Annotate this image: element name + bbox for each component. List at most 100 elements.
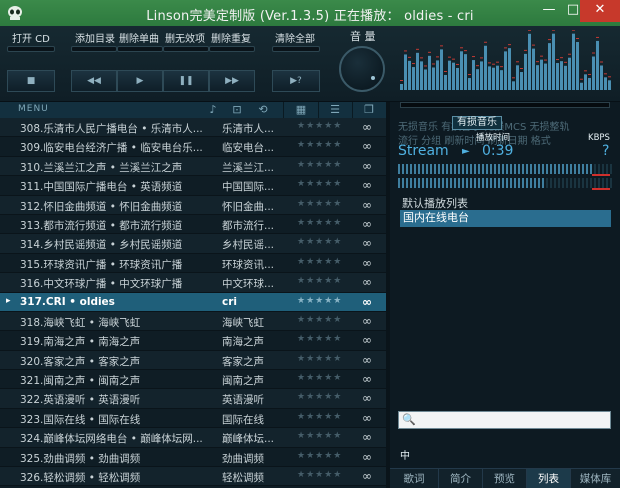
playlist-row[interactable]: 323.国际在线 • 国际在线 国际在线 ★★★★★ ∞ <box>0 409 386 429</box>
track-rating[interactable]: ★★★★★ <box>297 373 342 383</box>
playlist-row[interactable]: 320.客家之声 • 客家之声 客家之声 ★★★★★ ∞ <box>0 350 386 371</box>
tab-lyrics[interactable]: 歌词 <box>390 469 438 488</box>
track-rating[interactable]: ★★★★★ <box>297 412 342 422</box>
track-rating[interactable]: ★★★★★ <box>297 296 342 306</box>
next-button[interactable]: ▶▶ <box>209 70 255 92</box>
spectrum-bar <box>508 48 511 90</box>
spectrum-peak <box>420 57 423 59</box>
track-rating[interactable]: ★★★★★ <box>297 121 342 131</box>
track-rating[interactable]: ★★★★★ <box>297 431 342 441</box>
track-rating[interactable]: ★★★★★ <box>297 392 342 402</box>
track-rating[interactable]: ★★★★★ <box>297 276 342 286</box>
track-duration: ∞ <box>362 294 372 309</box>
delete-duplicate-button[interactable]: 删除重复 <box>211 30 251 45</box>
grid-view-icon[interactable]: ▦ <box>294 103 308 117</box>
play-button[interactable]: ▶ <box>117 70 163 92</box>
level-meter-left <box>398 164 592 174</box>
playlist-row[interactable]: 315.环球资讯广播 • 环球资讯广播 环球资讯... ★★★★★ ∞ <box>0 254 386 274</box>
play-time-label: 播放时间 <box>476 133 511 143</box>
spectrum-peak <box>412 63 415 65</box>
delete-single-button[interactable]: 删除单曲 <box>119 30 159 45</box>
header-divider <box>352 102 353 118</box>
spectrum-peak <box>484 41 487 43</box>
tab-intro[interactable]: 简介 <box>438 469 482 488</box>
spectrum-bar <box>444 74 447 90</box>
playlist-row[interactable]: 322.英语漫听 • 英语漫听 英语漫听 ★★★★★ ∞ <box>0 389 386 409</box>
track-artist: 英语漫听 <box>222 394 264 407</box>
search-input[interactable]: 🔍 <box>398 411 611 429</box>
playlist-row[interactable]: 313.都市流行频道 • 都市流行频道 都市流行... ★★★★★ ∞ <box>0 215 386 235</box>
track-rating[interactable]: ★★★★★ <box>297 470 342 480</box>
track-title: 312.怀旧金曲频道 • 怀旧金曲频道 <box>20 200 183 213</box>
help-icon[interactable]: ? <box>602 143 609 159</box>
track-rating[interactable]: ★★★★★ <box>297 334 342 344</box>
track-artist: 劲曲调频 <box>222 452 264 465</box>
playlist-row[interactable]: 324.巅峰体坛网络电台 • 巅峰体坛网... 巅峰体坛... ★★★★★ ∞ <box>0 428 386 448</box>
eject-button[interactable]: ▶? <box>272 70 320 92</box>
track-artist: 怀旧金曲... <box>222 200 275 213</box>
track-artist: 都市流行... <box>222 219 275 232</box>
playlist-row[interactable]: 316.中文环球广播 • 中文环球广播 中文环球... ★★★★★ ∞ <box>0 273 386 293</box>
spectrum-peak <box>556 59 559 61</box>
playlist-row[interactable]: 309.临安电台经济广播 • 临安电台乐... 临安电台... ★★★★★ ∞ <box>0 137 386 157</box>
playlist-row[interactable]: 312.怀旧金曲频道 • 怀旧金曲频道 怀旧金曲... ★★★★★ ∞ <box>0 195 386 215</box>
track-rating[interactable]: ★★★★★ <box>297 199 342 209</box>
playlist-row[interactable]: 314.乡村民谣频道 • 乡村民谣频道 乡村民谣... ★★★★★ ∞ <box>0 234 386 254</box>
playlist-row[interactable]: 321.闽南之声 • 闽南之声 闽南之声 ★★★★★ ∞ <box>0 370 386 390</box>
add-dir-button[interactable]: 添加目录 <box>75 30 115 45</box>
track-artist: 中国国际... <box>222 181 275 194</box>
spectrum-bar <box>460 51 463 90</box>
track-rating[interactable]: ★★★★★ <box>297 315 342 325</box>
repeat-icon[interactable]: ⟲ <box>256 103 270 117</box>
track-rating[interactable]: ★★★★★ <box>297 354 342 364</box>
playlist-item-domestic-radio[interactable]: 国内在线电台 <box>400 210 611 227</box>
playlist-name[interactable]: 默认播放列表 <box>402 195 468 211</box>
delete-invalid-button[interactable]: 删无效项 <box>165 30 205 45</box>
track-rating[interactable]: ★★★★★ <box>297 179 342 189</box>
track-rating[interactable]: ★★★★★ <box>297 451 342 461</box>
track-rating[interactable]: ★★★★★ <box>297 218 342 228</box>
playlist-row[interactable]: 318.海峡飞虹 • 海峡飞虹 海峡飞虹 ★★★★★ ∞ <box>0 311 386 332</box>
tab-list[interactable]: 列表 <box>526 469 570 488</box>
track-artist: 乡村民谣... <box>222 239 275 252</box>
spectrum-bar <box>544 63 547 90</box>
stream-label: Stream <box>398 143 449 159</box>
spectrum-bar <box>408 60 411 90</box>
music-note-icon[interactable]: ♪ <box>206 103 220 117</box>
playlist-add-icon[interactable]: ⊡ <box>230 103 244 117</box>
track-artist: 轻松调频 <box>222 472 264 485</box>
volume-knob[interactable] <box>339 46 385 92</box>
playlist-row[interactable]: 319.南海之声 • 南海之声 南海之声 ★★★★★ ∞ <box>0 331 386 351</box>
spectrum-peak <box>404 50 407 52</box>
spectrum-bar <box>492 67 495 90</box>
spectrum-bar <box>556 63 559 90</box>
pause-button[interactable]: ❚❚ <box>163 70 209 92</box>
track-rating[interactable]: ★★★★★ <box>297 257 342 267</box>
playlist-row[interactable]: 325.劲曲调频 • 劲曲调频 劲曲调频 ★★★★★ ∞ <box>0 448 386 468</box>
spectrum-bar <box>600 65 603 90</box>
menu-button[interactable]: MENU <box>18 104 49 114</box>
spectrum-bar <box>576 42 579 90</box>
clear-all-button[interactable]: 清除全部 <box>275 30 315 45</box>
chat-icon[interactable]: ❐ <box>362 103 376 117</box>
track-title: 319.南海之声 • 南海之声 <box>20 336 141 349</box>
list-view-icon[interactable]: ☰ <box>328 103 342 117</box>
playlist-row-playing[interactable]: ▸ 317.CRI • oldies cri ★★★★★ ∞ <box>0 292 386 312</box>
stop-button[interactable]: ■ <box>7 70 55 92</box>
playlist-row[interactable]: 311.中国国际广播电台 • 英语频道 中国国际... ★★★★★ ∞ <box>0 176 386 196</box>
prev-button[interactable]: ◀◀ <box>71 70 117 92</box>
open-cd-button[interactable]: 打开 CD <box>12 30 50 45</box>
category-lossy-music[interactable]: 有损音乐 <box>452 116 502 130</box>
track-rating[interactable]: ★★★★★ <box>297 160 342 170</box>
elapsed-time: 0:39 <box>482 143 514 159</box>
spectrum-bar <box>448 60 451 90</box>
close-button[interactable]: ✕ <box>580 0 620 22</box>
tab-media-library[interactable]: 媒体库 <box>570 469 620 488</box>
track-rating[interactable]: ★★★★★ <box>297 140 342 150</box>
playlist-row[interactable]: 308.乐清市人民广播电台 • 乐清市人... 乐清市人... ★★★★★ ∞ <box>0 118 386 138</box>
tab-preview[interactable]: 预览 <box>482 469 526 488</box>
playlist-row[interactable]: 310.兰溪兰江之声 • 兰溪兰江之声 兰溪兰江... ★★★★★ ∞ <box>0 156 386 177</box>
playlist-row[interactable]: 326.轻松调频 • 轻松调频 轻松调频 ★★★★★ ∞ <box>0 467 386 487</box>
position-slider[interactable] <box>400 102 610 108</box>
track-rating[interactable]: ★★★★★ <box>297 237 342 247</box>
